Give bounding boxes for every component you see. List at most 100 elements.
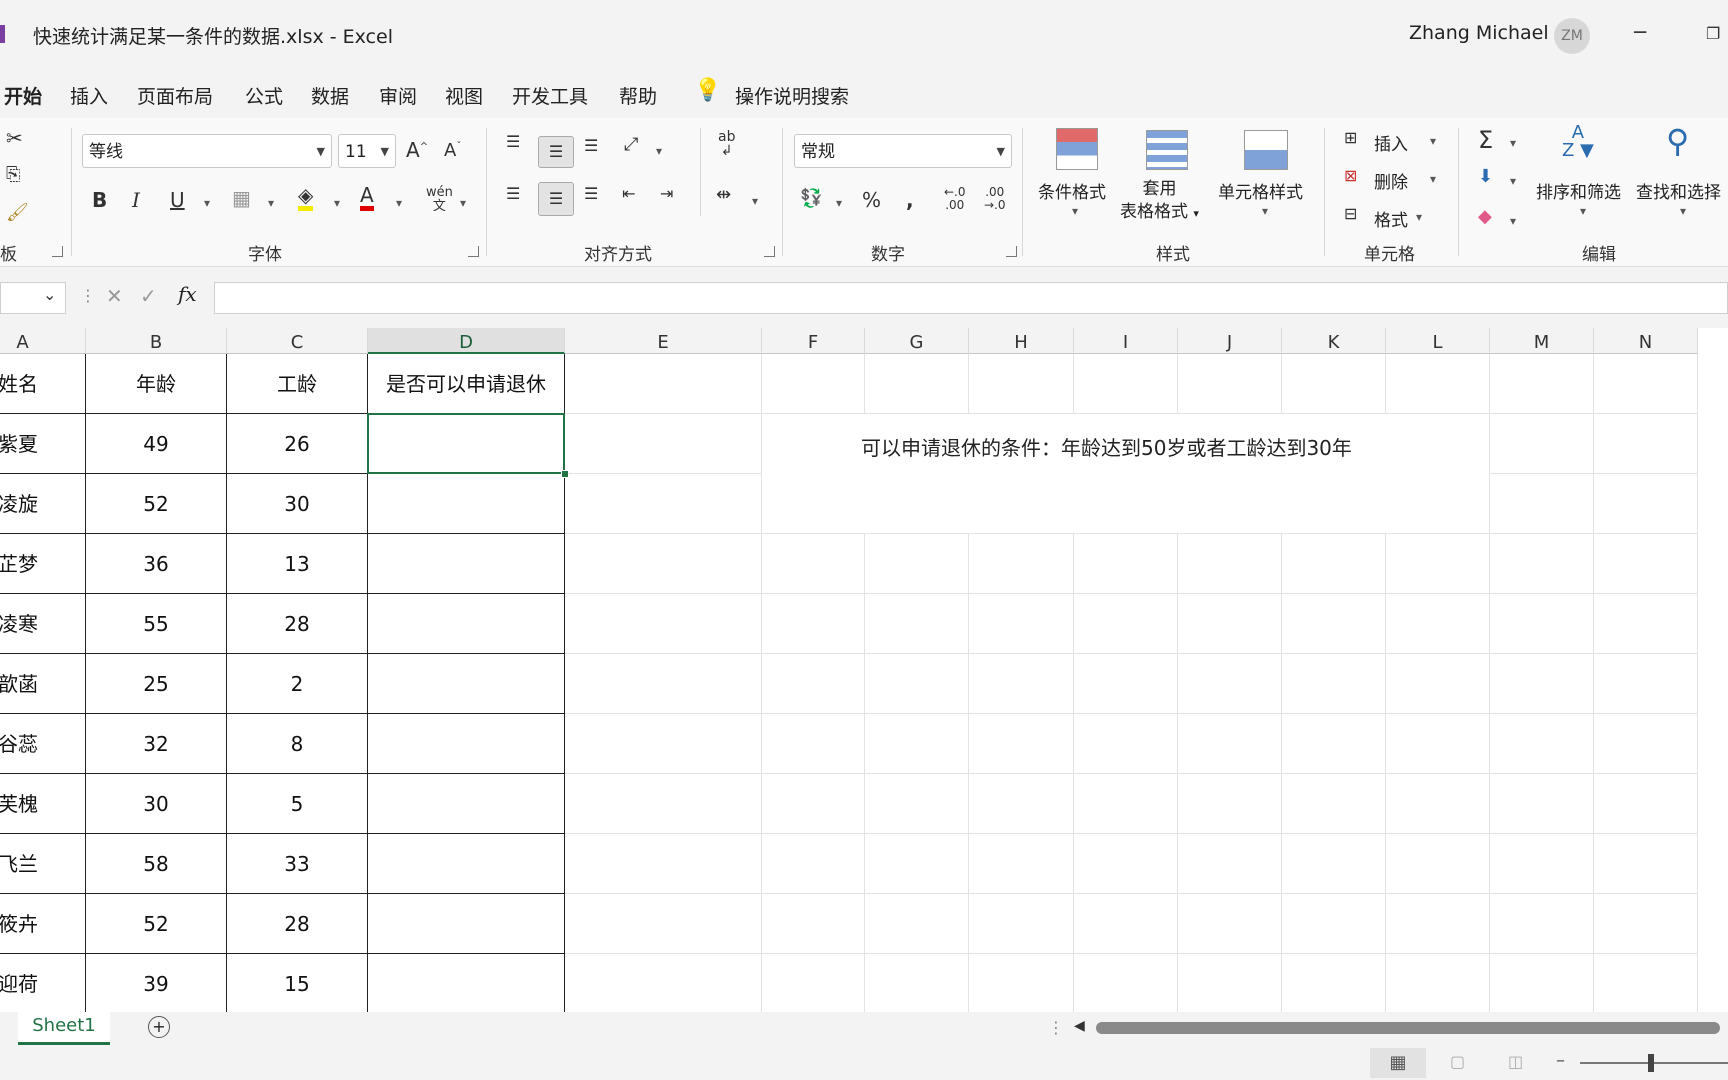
insert-dropdown-icon[interactable]: ▾: [1430, 134, 1436, 148]
grid-cell[interactable]: [565, 894, 762, 954]
column-header-b[interactable]: B: [86, 328, 227, 354]
grid-cell[interactable]: [1178, 894, 1282, 954]
grid-cell[interactable]: [865, 894, 969, 954]
table-cell[interactable]: 55: [86, 594, 227, 654]
table-header-cell[interactable]: 年龄: [86, 354, 227, 414]
table-cell[interactable]: 32: [86, 714, 227, 774]
table-cell[interactable]: [368, 654, 565, 714]
table-cell[interactable]: 迎荷: [0, 954, 86, 1012]
find-select-button[interactable]: 查找和选择: [1636, 178, 1721, 203]
font-name-select[interactable]: 等线 ▼: [82, 134, 332, 168]
restore-icon[interactable]: ❐: [1706, 24, 1720, 43]
align-left-icon[interactable]: ☰: [506, 184, 520, 203]
table-cell[interactable]: [368, 894, 565, 954]
grid-cell[interactable]: [1594, 774, 1698, 834]
grid-cell[interactable]: [865, 534, 969, 594]
grid-cell[interactable]: [1386, 714, 1490, 774]
align-center-icon[interactable]: ☰: [538, 182, 574, 216]
conditional-formatting-button[interactable]: 条件格式: [1038, 178, 1106, 203]
grid-cell[interactable]: [1282, 834, 1386, 894]
table-cell[interactable]: 凌旋: [0, 474, 86, 534]
grid-cell[interactable]: [1594, 714, 1698, 774]
grid-cell[interactable]: [1074, 654, 1178, 714]
grid-cell[interactable]: [1490, 954, 1594, 1012]
worksheet-grid[interactable]: A B C D E F G H I J K L M N 姓名 年龄 工龄 是否可以申请退休 紫夏 49 26 凌旋 52 30…: [0, 328, 1728, 1012]
column-header-c[interactable]: C: [227, 328, 368, 354]
align-right-icon[interactable]: ☰: [584, 184, 598, 203]
table-cell[interactable]: 30: [86, 774, 227, 834]
grid-cell[interactable]: [969, 834, 1074, 894]
column-header-f[interactable]: F: [762, 328, 865, 354]
tab-page-layout[interactable]: 页面布局: [137, 82, 213, 109]
grid-cell[interactable]: [1178, 714, 1282, 774]
column-header-a[interactable]: A: [0, 328, 86, 354]
table-cell[interactable]: 筱卉: [0, 894, 86, 954]
decrease-indent-icon[interactable]: ⇤: [622, 184, 635, 203]
table-cell[interactable]: [368, 774, 565, 834]
alignment-launcher-icon[interactable]: [764, 246, 775, 257]
fill-color-icon[interactable]: ◈: [298, 184, 314, 211]
grid-cell[interactable]: [565, 534, 762, 594]
grid-cell[interactable]: [1594, 474, 1698, 534]
table-cell[interactable]: 28: [227, 894, 368, 954]
cell-styles-icon[interactable]: [1244, 130, 1288, 170]
comma-style-icon[interactable]: ,: [906, 188, 914, 212]
table-cell[interactable]: 谷蕊: [0, 714, 86, 774]
column-header-g[interactable]: G: [865, 328, 969, 354]
grid-cell[interactable]: [969, 714, 1074, 774]
grid-cell[interactable]: [1594, 834, 1698, 894]
table-cell[interactable]: 13: [227, 534, 368, 594]
cut-icon[interactable]: ✂: [6, 126, 23, 150]
grid-cell[interactable]: [1282, 894, 1386, 954]
grid-cell[interactable]: [1074, 714, 1178, 774]
phonetic-dropdown-icon[interactable]: ▾: [460, 196, 466, 210]
column-header-d[interactable]: D: [368, 328, 565, 354]
grid-cell[interactable]: [1594, 894, 1698, 954]
table-cell[interactable]: 15: [227, 954, 368, 1012]
percent-icon[interactable]: %: [862, 188, 881, 212]
tab-developer[interactable]: 开发工具: [512, 82, 588, 109]
grid-cell[interactable]: [865, 954, 969, 1012]
user-name[interactable]: Zhang Michael: [1409, 22, 1549, 44]
grid-cell[interactable]: [762, 654, 865, 714]
grid-cell[interactable]: [865, 354, 969, 414]
bold-icon[interactable]: B: [92, 188, 107, 212]
format-cells-button[interactable]: 格式: [1374, 206, 1408, 231]
formula-input[interactable]: [214, 282, 1728, 314]
italic-icon[interactable]: I: [132, 188, 140, 212]
grid-cell[interactable]: [1490, 354, 1594, 414]
grid-cell[interactable]: [1386, 774, 1490, 834]
table-cell[interactable]: [368, 954, 565, 1012]
grid-cell[interactable]: [1178, 654, 1282, 714]
lightbulb-icon[interactable]: 💡: [694, 78, 721, 103]
borders-icon[interactable]: ▦: [232, 186, 251, 210]
table-cell[interactable]: 30: [227, 474, 368, 534]
table-cell[interactable]: 飞兰: [0, 834, 86, 894]
table-cell[interactable]: 26: [227, 414, 368, 474]
grid-cell[interactable]: [1490, 534, 1594, 594]
merge-center-icon[interactable]: ⇹: [716, 184, 731, 205]
font-size-select[interactable]: 11 ▼: [338, 134, 396, 168]
cancel-icon[interactable]: ✕: [106, 284, 123, 308]
grid-cell[interactable]: [1386, 654, 1490, 714]
grid-cell[interactable]: [565, 594, 762, 654]
table-cell[interactable]: [368, 474, 565, 534]
tab-insert[interactable]: 插入: [70, 82, 108, 109]
zoom-slider-thumb[interactable]: [1648, 1054, 1654, 1072]
underline-dropdown-icon[interactable]: ▾: [204, 196, 210, 210]
grid-cell[interactable]: [762, 714, 865, 774]
format-dropdown-icon[interactable]: ▾: [1416, 210, 1422, 224]
grid-cell[interactable]: [1074, 954, 1178, 1012]
increase-font-size-icon[interactable]: A^: [406, 138, 428, 162]
table-header-cell[interactable]: 姓名: [0, 354, 86, 414]
grid-cell[interactable]: [1178, 834, 1282, 894]
grid-cell[interactable]: [1282, 534, 1386, 594]
grid-cell[interactable]: [1282, 714, 1386, 774]
grid-cell[interactable]: [1386, 834, 1490, 894]
format-as-table-button[interactable]: 套用 表格格式 ▾: [1120, 178, 1199, 225]
enter-icon[interactable]: ✓: [140, 284, 157, 308]
table-cell[interactable]: 36: [86, 534, 227, 594]
grid-cell[interactable]: [762, 774, 865, 834]
grid-cell[interactable]: [762, 954, 865, 1012]
grid-cell[interactable]: [762, 354, 865, 414]
